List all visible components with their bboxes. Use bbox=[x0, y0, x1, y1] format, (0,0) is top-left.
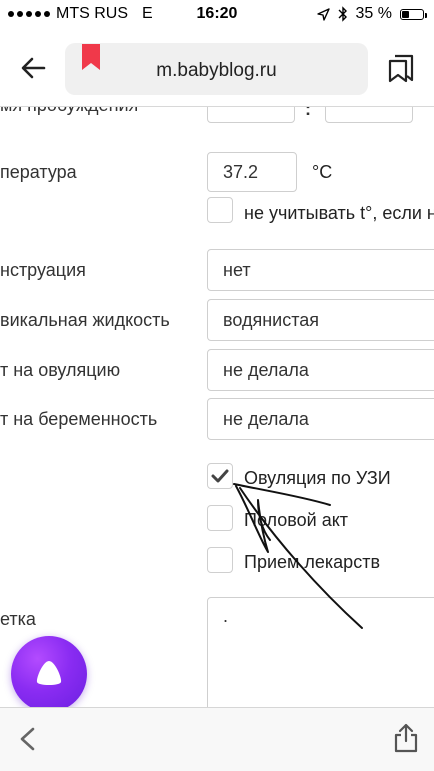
wake-minute-select[interactable]: 00 ▼ bbox=[325, 107, 413, 123]
checkbox-intercourse[interactable] bbox=[207, 505, 233, 531]
chevron-left-icon[interactable] bbox=[16, 726, 40, 752]
menstruation-label: нструация bbox=[0, 260, 86, 280]
wake-hour-select[interactable]: 05 ▼ bbox=[207, 107, 295, 123]
temperature-label: пература bbox=[0, 162, 77, 182]
cycle-form: мя пробуждения 05 ▼ : 00 ▼ пература 37.2… bbox=[0, 107, 434, 707]
ovulation-test-label: т на овуляцию bbox=[0, 360, 121, 380]
browser-bottom-toolbar bbox=[0, 707, 434, 771]
wake-time-separator: : bbox=[305, 107, 311, 119]
checkmark-icon bbox=[211, 469, 229, 483]
cervical-fluid-label: викальная жидкость bbox=[0, 310, 170, 330]
ignore-temperature-checkbox[interactable] bbox=[207, 197, 233, 223]
menstruation-value: нет bbox=[223, 259, 251, 280]
cervical-fluid-select[interactable]: водянистая bbox=[207, 299, 434, 341]
status-right: 35 % bbox=[316, 5, 427, 23]
alice-assistant-icon bbox=[36, 661, 62, 685]
share-icon[interactable] bbox=[392, 722, 420, 754]
battery-level-fill bbox=[402, 10, 409, 18]
pregnancy-test-select[interactable]: не делала bbox=[207, 398, 434, 440]
location-arrow-icon bbox=[316, 7, 330, 21]
bluetooth-icon bbox=[338, 6, 347, 22]
browser-nav-bar: m.babyblog.ru bbox=[0, 30, 434, 106]
checkbox-medication[interactable] bbox=[207, 547, 233, 573]
temperature-unit: °C bbox=[312, 162, 333, 182]
checkbox-ovulation-ultrasound[interactable] bbox=[207, 463, 233, 489]
wake-time-label: мя пробуждения bbox=[0, 107, 138, 116]
bookmarks-icon[interactable] bbox=[386, 52, 418, 84]
ignore-temperature-label: не учитывать t°, если н bbox=[244, 203, 434, 223]
url-bar[interactable]: m.babyblog.ru bbox=[65, 43, 368, 95]
wake-hour-value: 05 bbox=[223, 107, 243, 112]
temperature-input[interactable]: 37.2 bbox=[207, 152, 297, 192]
chevron-down-icon: ▼ bbox=[267, 107, 279, 108]
battery-icon bbox=[400, 8, 427, 20]
wake-minute-value: 00 bbox=[341, 107, 361, 112]
checkbox-label-ovulation-ultrasound: Овуляция по УЗИ bbox=[244, 468, 391, 488]
pregnancy-test-value: не делала bbox=[223, 408, 309, 429]
arrow-left-icon[interactable] bbox=[18, 52, 50, 84]
menstruation-select[interactable]: нет bbox=[207, 249, 434, 291]
battery-percent: 35 % bbox=[355, 5, 392, 22]
chevron-down-icon: ▼ bbox=[385, 107, 397, 108]
ovulation-test-value: не делала bbox=[223, 359, 309, 380]
alice-assistant-button[interactable] bbox=[11, 636, 87, 712]
note-value: . bbox=[223, 606, 229, 626]
temperature-value: 37.2 bbox=[223, 161, 259, 182]
pregnancy-test-label: т на беременность bbox=[0, 409, 158, 429]
status-bar: MTS RUS E 16:20 35 % bbox=[0, 0, 434, 30]
checkbox-label-medication: Прием лекарств bbox=[244, 552, 381, 572]
url-text: m.babyblog.ru bbox=[156, 60, 277, 81]
note-label: етка bbox=[0, 609, 36, 629]
cervical-fluid-value: водянистая bbox=[223, 309, 320, 330]
checkbox-label-intercourse: Половой акт bbox=[244, 510, 349, 530]
ovulation-test-select[interactable]: не делала bbox=[207, 349, 434, 391]
note-textarea[interactable]: . bbox=[207, 597, 434, 707]
